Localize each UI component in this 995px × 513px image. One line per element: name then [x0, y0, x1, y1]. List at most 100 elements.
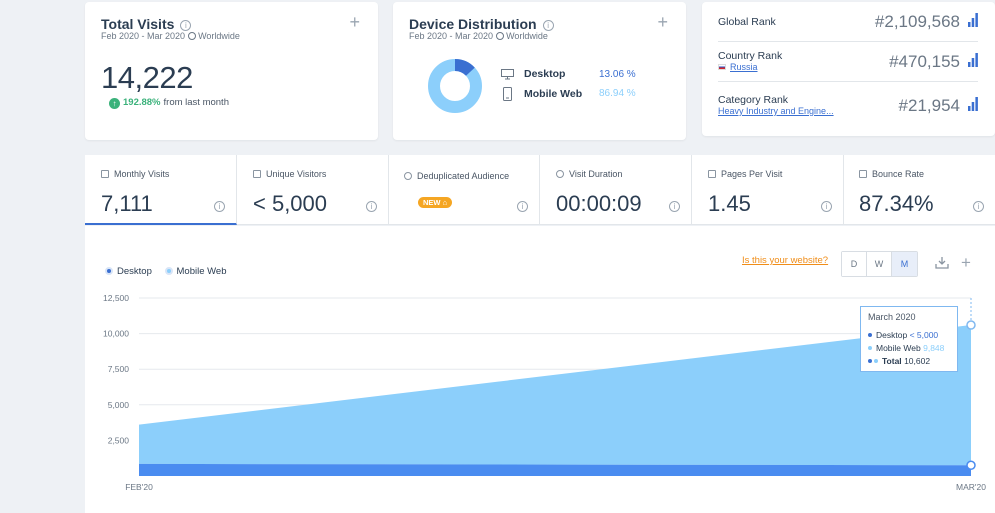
region: Worldwide: [198, 31, 240, 41]
metric-label: Pages Per Visit: [708, 169, 782, 179]
period-monthly-button[interactable]: M: [892, 252, 917, 276]
mobile-icon: [503, 87, 512, 101]
metric-label: Bounce Rate: [859, 169, 924, 179]
country-rank-row: Country Rank Russia #470,155: [718, 42, 978, 82]
metric-value: 7,111: [101, 191, 153, 216]
total-visits-subtitle: Feb 2020 - Mar 2020 Worldwide: [101, 31, 240, 41]
total-visits-value: 14,222: [101, 60, 193, 95]
visitors-icon: [253, 170, 261, 178]
metric-bounce-rate[interactable]: Bounce Rate 87.34% i: [843, 155, 995, 225]
device-subtitle: Feb 2020 - Mar 2020 Worldwide: [409, 31, 548, 41]
y-tick-label: 10,000: [103, 329, 129, 339]
metric-label-text: Visit Duration: [569, 169, 623, 179]
tooltip-row-total: Total 10,602: [868, 356, 950, 366]
tooltip-desktop-label: Desktop: [876, 330, 908, 340]
tooltip-title: March 2020: [868, 312, 916, 322]
metric-value: 00:00:09: [556, 191, 642, 216]
new-badge: NEW ⌂: [418, 197, 453, 208]
global-rank-value: #2,109,568: [874, 12, 960, 31]
metric-label-text: Monthly Visits: [114, 169, 170, 179]
device-donut-chart: [428, 59, 482, 113]
mobile-percent: 86.94 %: [599, 88, 636, 99]
info-icon[interactable]: i: [180, 20, 192, 31]
metric-pages-per-visit[interactable]: Pages Per Visit 1.45 i: [692, 155, 844, 225]
category-rank-value: #21,954: [898, 96, 960, 115]
country-rank-value: #470,155: [889, 52, 960, 71]
add-button[interactable]: +: [349, 12, 360, 33]
info-icon[interactable]: i: [542, 20, 554, 31]
period-weekly-button[interactable]: W: [867, 252, 892, 276]
country-link[interactable]: Russia: [718, 62, 758, 72]
info-icon[interactable]: i: [366, 201, 377, 212]
russia-flag-icon: [718, 64, 726, 70]
x-tick-label: FEB'20: [125, 482, 153, 492]
category-rank-label: Category Rank: [718, 94, 789, 106]
metric-label-text: Pages Per Visit: [721, 169, 783, 179]
info-icon[interactable]: i: [821, 201, 832, 212]
period-daily-button[interactable]: D: [842, 252, 867, 276]
info-icon[interactable]: i: [517, 201, 528, 212]
metric-value: < 5,000: [253, 191, 328, 216]
metric-unique-visitors[interactable]: Unique Visitors < 5,000 i: [237, 155, 389, 225]
engagement-metrics-bar: Monthly Visits 7,111 i Unique Visitors <…: [85, 155, 995, 225]
desktop-label: Desktop: [524, 68, 566, 80]
metric-label: Deduplicated Audience: [404, 171, 509, 181]
device-title-text: Device Distribution: [409, 16, 537, 32]
is-this-your-website-link[interactable]: Is this your website?: [742, 255, 828, 266]
info-icon[interactable]: i: [214, 201, 225, 212]
category-link[interactable]: Heavy Industry and Engine...: [718, 106, 834, 116]
tooltip-dot-mobile: [868, 346, 872, 350]
new-badge-text: NEW: [423, 198, 441, 207]
country-name[interactable]: Russia: [730, 62, 758, 72]
device-distribution-card: Device Distribution i Feb 2020 - Mar 2020…: [393, 2, 686, 140]
global-rank-row: Global Rank #2,109,568: [718, 2, 978, 42]
desktop-percent: 13.06 %: [599, 69, 636, 80]
date-range: Feb 2020 - Mar 2020: [101, 31, 186, 41]
globe-icon: [188, 32, 197, 40]
region: Worldwide: [506, 31, 548, 41]
chart-legend: Desktop Mobile Web: [105, 266, 237, 277]
metric-label-text: Unique Visitors: [266, 169, 327, 179]
pages-icon: [708, 170, 716, 178]
legend-mobile[interactable]: Mobile Web: [164, 266, 227, 277]
y-tick-label: 2,500: [108, 435, 130, 445]
legend-desktop[interactable]: Desktop: [105, 266, 152, 277]
legend-dot-mobile: [164, 267, 173, 275]
y-tick-label: 7,500: [108, 364, 130, 374]
add-button[interactable]: +: [657, 12, 668, 33]
audience-icon: [404, 172, 412, 180]
tooltip-mobile-value: 9,848: [923, 343, 945, 353]
metric-deduplicated-audience[interactable]: Deduplicated Audience NEW ⌂ i: [388, 155, 540, 225]
metric-visit-duration[interactable]: Visit Duration 00:00:09 i: [540, 155, 692, 225]
data-point-desktop: [966, 460, 976, 471]
add-button[interactable]: +: [961, 253, 971, 273]
tooltip-total-value: 10,602: [904, 356, 931, 366]
metric-value: 87.34%: [859, 191, 934, 216]
area-mobile-web: [139, 325, 971, 466]
legend-mobile-label: Mobile Web: [176, 266, 227, 277]
global-rank-label: Global Rank: [718, 16, 776, 28]
total-visits-card: Total Visits i Feb 2020 - Mar 2020 Worldwi…: [85, 2, 378, 140]
tooltip-dot-total-b: [874, 359, 878, 363]
rank-bars-icon: [968, 97, 978, 111]
rank-bars-icon: [968, 53, 978, 67]
date-range: Feb 2020 - Mar 2020: [409, 31, 494, 41]
total-visits-title: Total Visits i: [101, 16, 192, 32]
info-icon[interactable]: i: [973, 201, 984, 212]
granularity-toggle: D W M: [841, 251, 918, 277]
info-icon[interactable]: i: [669, 201, 680, 212]
metric-label: Visit Duration: [556, 169, 622, 179]
tooltip-dot-total-a: [868, 359, 872, 363]
tooltip-dot-desktop: [868, 333, 872, 337]
change-text: from last month: [163, 97, 229, 108]
download-icon[interactable]: [935, 256, 949, 269]
chart-tooltip: March 2020 Desktop < 5,000 Mobile Web 9,…: [860, 306, 958, 372]
metric-monthly-visits[interactable]: Monthly Visits 7,111 i: [85, 155, 237, 225]
metric-label: Monthly Visits: [101, 169, 169, 179]
total-visits-title-text: Total Visits: [101, 16, 175, 32]
visits-chart-card: 2,500 5,000 7,500 10,000 12,500 FEB'20 MAR'20 …: [85, 226, 995, 513]
data-point-mobile-total: [966, 320, 976, 330]
metric-label-text: Bounce Rate: [872, 169, 925, 179]
x-tick-label: MAR'20: [956, 482, 986, 492]
legend-desktop-label: Desktop: [117, 266, 152, 277]
